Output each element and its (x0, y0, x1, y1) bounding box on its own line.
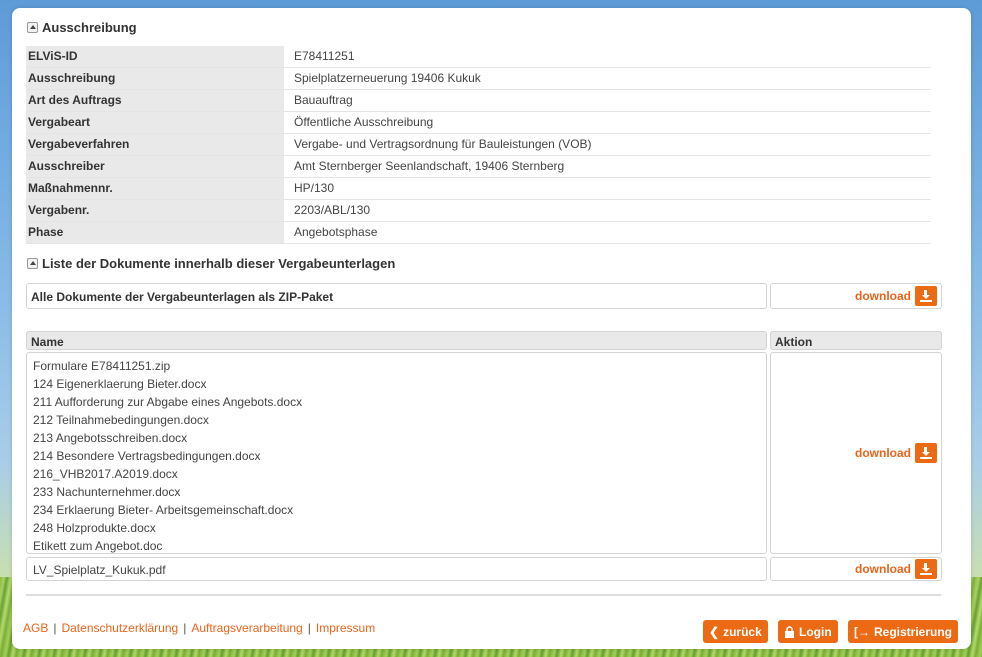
info-key: Art des Auftrags (26, 90, 288, 111)
register-button[interactable]: [→ Registrierung (848, 620, 959, 643)
zip-action-cell: download (770, 283, 942, 309)
footer-link-datenschutz[interactable]: Datenschutzerklärung (61, 621, 178, 635)
section-documents-header[interactable]: Liste der Dokumente innerhalb dieser Ver… (27, 256, 395, 271)
column-header-action: Aktion (770, 331, 942, 350)
separator: | (183, 621, 187, 635)
info-row: Maßnahmennr. HP/130 (26, 178, 931, 200)
section-ausschreibung-header[interactable]: Ausschreibung (27, 20, 137, 35)
group-download-button[interactable]: download (855, 443, 937, 463)
download-icon (915, 286, 937, 306)
download-label: download (855, 289, 911, 303)
zip-label: Alle Dokumente der Vergabeunterlagen als… (31, 290, 334, 304)
list-item: 216_VHB2017.A2019.docx (33, 467, 178, 481)
login-label: Login (799, 624, 832, 639)
list-item: 233 Nachunternehmer.docx (33, 485, 181, 499)
separator: | (307, 621, 311, 635)
info-value: Vergabe- und Vertragsordnung für Bauleis… (294, 137, 592, 151)
tender-info-table: ELViS-ID E78411251 Ausschreibung Spielplat… (26, 46, 931, 244)
collapse-icon[interactable] (27, 22, 38, 33)
separator: | (53, 621, 57, 635)
info-row: ELViS-ID E78411251 (26, 46, 931, 68)
info-row: Ausschreibung Spielplatzerneuerung 19406 … (26, 68, 931, 90)
footer-links: AGB | Datenschutzerklärung | Auftragsverarbe… (23, 621, 375, 635)
info-key: Ausschreiber (26, 156, 288, 177)
download-label: download (855, 446, 911, 460)
list-item: Etikett zum Angebot.doc (33, 539, 163, 553)
download-label: download (855, 562, 911, 576)
download-icon (915, 443, 937, 463)
info-row: Vergabeart Öffentliche Ausschreibung (26, 112, 931, 134)
file-list: Formulare E78411251.zip 124 Eigenerklaer… (33, 357, 302, 555)
section-title: Ausschreibung (42, 20, 137, 35)
login-button[interactable]: Login (778, 620, 838, 643)
register-icon: [→ (854, 624, 870, 639)
footer-link-auftragsverarbeitung[interactable]: Auftragsverarbeitung (191, 621, 302, 635)
lv-action-cell: download (770, 557, 942, 581)
info-value: Amt Sternberger Seenlandschaft, 19406 St… (294, 159, 565, 173)
info-key: Vergabenr. (26, 200, 288, 221)
lv-file-name: LV_Spielplatz_Kukuk.pdf (33, 563, 166, 577)
divider (26, 594, 941, 596)
list-item: 213 Angebotsschreiben.docx (33, 431, 188, 445)
lv-download-button[interactable]: download (855, 559, 937, 579)
info-value: Bauauftrag (294, 93, 353, 107)
info-value: Angebotsphase (294, 225, 378, 239)
download-icon (915, 559, 937, 579)
info-value: 2203/ABL/130 (294, 203, 371, 217)
lv-file-row: LV_Spielplatz_Kukuk.pdf (26, 557, 767, 581)
footer-link-agb[interactable]: AGB (23, 621, 48, 635)
list-item: 234 Erklaerung Bieter- Arbeitsgemeinscha… (33, 503, 294, 517)
info-key: ELViS-ID (26, 46, 288, 67)
list-item: 124 Eigenerklaerung Bieter.docx (33, 377, 207, 391)
info-value: Spielplatzerneuerung 19406 Kukuk (294, 71, 481, 85)
main-panel: Ausschreibung ELViS-ID E78411251 Ausschre… (12, 8, 971, 649)
list-item: 248 Holzprodukte.docx (33, 521, 156, 535)
info-value: HP/130 (294, 181, 335, 195)
list-item: 214 Besondere Vertragsbedingungen.docx (33, 449, 261, 463)
zip-download-button[interactable]: download (855, 286, 937, 306)
chevron-left-icon: ❮ (709, 624, 720, 639)
section-title: Liste der Dokumente innerhalb dieser Ver… (42, 256, 396, 271)
list-item: 211 Aufforderung zur Abgabe eines Angebo… (33, 395, 303, 409)
zip-row: Alle Dokumente der Vergabeunterlagen als… (26, 283, 767, 309)
info-row: Vergabenr. 2203/ABL/130 (26, 200, 931, 222)
info-row: Art des Auftrags Bauauftrag (26, 90, 931, 112)
info-key: Maßnahmennr. (26, 178, 288, 199)
info-value: Öffentliche Ausschreibung (294, 115, 434, 129)
lock-icon (785, 625, 794, 638)
file-group-action-cell: download (770, 352, 942, 554)
list-item: Formulare E78411251.zip (33, 359, 171, 373)
register-label: Registrierung (874, 624, 953, 639)
back-label: zurück (723, 624, 762, 639)
back-button[interactable]: ❮ zurück (703, 620, 768, 643)
collapse-icon[interactable] (27, 258, 38, 269)
info-row: Vergabeverfahren Vergabe- und Vertragsord… (26, 134, 931, 156)
info-key: Phase (26, 222, 288, 243)
column-header-name: Name (26, 331, 767, 350)
info-key: Vergabeverfahren (26, 134, 288, 155)
info-key: Ausschreibung (26, 68, 288, 89)
info-value: E78411251 (294, 49, 355, 63)
info-row: Phase Angebotsphase (26, 222, 931, 244)
info-row: Ausschreiber Amt Sternberger Seenlandscha… (26, 156, 931, 178)
footer-link-impressum[interactable]: Impressum (316, 621, 375, 635)
list-item: 212 Teilnahmebedingungen.docx (33, 413, 209, 427)
info-key: Vergabeart (26, 112, 288, 133)
